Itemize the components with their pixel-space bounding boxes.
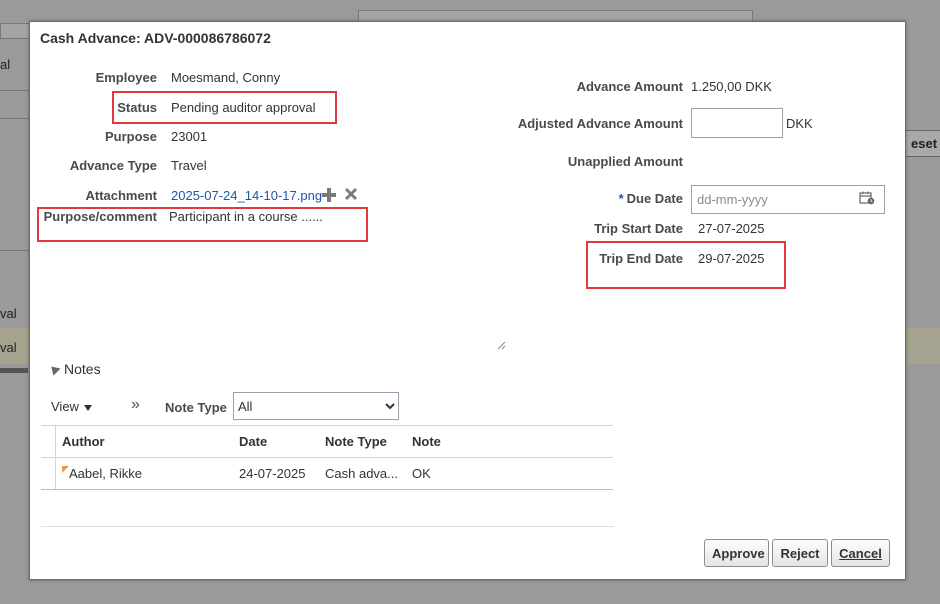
employee-value: Moesmand, Conny — [171, 70, 281, 85]
column-header-author[interactable]: Author — [62, 434, 105, 449]
background-row-text: val — [0, 306, 17, 321]
view-menu-label: View — [51, 399, 79, 414]
notes-section-header[interactable]: Notes — [47, 361, 101, 377]
attachment-label: Attachment — [85, 188, 157, 203]
background-divider — [0, 250, 30, 251]
purpose-comment-highlight-box — [37, 207, 368, 242]
view-menu[interactable]: View — [51, 399, 92, 414]
advance-type-label: Advance Type — [69, 158, 157, 173]
advance-type-value: Travel — [171, 158, 207, 173]
adjusted-currency: DKK — [786, 116, 813, 131]
trip-start-date-label: Trip Start Date — [594, 221, 683, 236]
due-date-label: Due Date — [626, 191, 683, 206]
due-date-input[interactable] — [691, 185, 885, 214]
table-bottom-border — [41, 489, 613, 490]
cancel-button-label: Cancel — [839, 545, 882, 561]
column-header-note-type[interactable]: Note Type — [325, 434, 387, 449]
background-scrollbar — [0, 368, 28, 373]
advance-amount-label: Advance Amount — [576, 79, 683, 94]
footer-divider — [41, 526, 614, 527]
author-cell: Aabel, Rikke — [69, 466, 142, 481]
trip-start-date-value: 27-07-2025 — [698, 221, 765, 236]
attachment-link[interactable]: 2025-07-24_14-10-17.png — [171, 188, 322, 203]
background-tab — [0, 23, 30, 39]
background-tab-text: al — [0, 57, 11, 72]
note-type-select[interactable]: All — [233, 392, 399, 420]
dialog-title: Cash Advance: ADV-000086786072 — [40, 30, 271, 46]
required-marker: * — [618, 191, 624, 206]
trip-end-date-highlight-box — [586, 241, 786, 289]
add-attachment-icon[interactable] — [321, 187, 337, 203]
status-highlight-box — [112, 91, 337, 124]
table-left-gutter — [55, 425, 56, 489]
resize-grip-icon[interactable] — [496, 340, 506, 350]
note-type-label: Note Type — [165, 400, 227, 415]
background-divider — [0, 118, 30, 119]
column-header-note[interactable]: Note — [412, 434, 441, 449]
table-header-border — [41, 457, 613, 458]
purpose-label: Purpose — [104, 129, 157, 144]
due-date-label-wrap: * Due Date — [619, 191, 683, 206]
note-type-cell: Cash adva... — [325, 466, 398, 481]
note-cell: OK — [412, 466, 431, 481]
remove-attachment-icon[interactable] — [343, 186, 359, 202]
adjusted-advance-amount-input[interactable] — [691, 108, 783, 138]
reject-button[interactable]: Reject — [772, 539, 828, 567]
calendar-icon[interactable] — [859, 191, 875, 205]
background-reset-button: eset — [904, 130, 940, 157]
table-top-border — [41, 425, 613, 426]
unapplied-amount-label: Unapplied Amount — [567, 154, 683, 169]
date-cell: 24-07-2025 — [239, 466, 306, 481]
advance-amount-value: 1.250,00 DKK — [691, 79, 772, 94]
flag-icon — [62, 466, 69, 473]
employee-label: Employee — [95, 70, 157, 85]
purpose-value: 23001 — [171, 129, 208, 144]
notes-title: Notes — [64, 361, 101, 377]
attachment-value: 2025-07-24_14-10-17.png — [171, 188, 322, 203]
adjusted-advance-amount-label: Adjusted Advance Amount — [517, 116, 683, 131]
collapse-triangle-icon[interactable] — [47, 362, 61, 376]
cash-advance-dialog: Cash Advance: ADV-000086786072 Employee … — [29, 21, 906, 580]
double-chevron-icon[interactable]: » — [131, 396, 140, 414]
column-header-date[interactable]: Date — [239, 434, 267, 449]
cancel-button[interactable]: Cancel — [831, 539, 890, 567]
approve-button[interactable]: Approve — [704, 539, 769, 567]
background-divider — [0, 90, 30, 91]
dropdown-caret-icon — [83, 404, 92, 411]
background-row-text: val — [0, 340, 17, 355]
